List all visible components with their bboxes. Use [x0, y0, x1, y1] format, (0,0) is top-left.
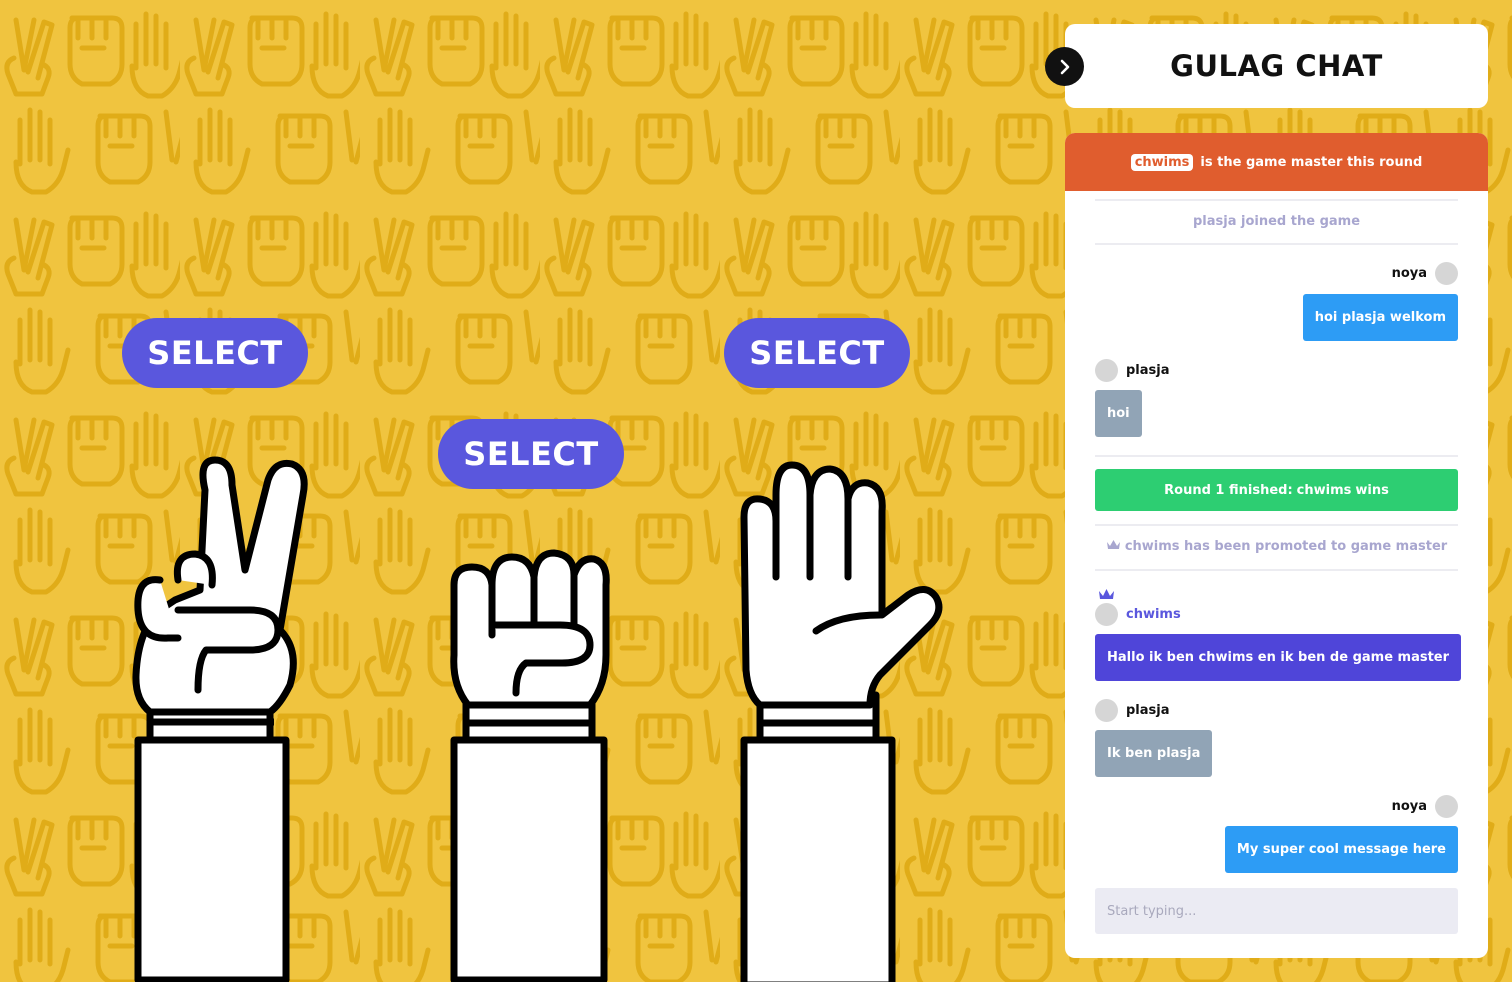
chat-message-bubble: hoi — [1095, 390, 1142, 437]
game-master-banner-text: is the game master this round — [1200, 154, 1423, 170]
round-result-suffix: wins — [1355, 482, 1389, 498]
divider — [1095, 243, 1458, 245]
avatar — [1095, 359, 1118, 382]
scissors-hand-icon[interactable] — [120, 450, 320, 982]
collapse-chat-button[interactable] — [1045, 47, 1084, 86]
round-result-message: Round 1 finished: chwims wins — [1095, 469, 1458, 511]
message-author-row: chwims — [1095, 603, 1181, 626]
chat-message-bubble: My super cool message here — [1224, 826, 1458, 873]
select-paper-button[interactable]: SELECT — [724, 318, 910, 388]
promotion-message: chwims has been promoted to game master — [1095, 539, 1458, 554]
crown-icon — [1099, 589, 1114, 599]
username: noya — [1391, 266, 1427, 281]
game-master-banner: chwims is the game master this round — [1065, 133, 1488, 191]
chat-panel: chwims is the game master this round pla… — [1065, 133, 1488, 958]
divider — [1095, 199, 1458, 201]
avatar — [1435, 262, 1458, 285]
promotion-text: chwims has been promoted to game master — [1124, 539, 1448, 554]
avatar — [1095, 699, 1118, 722]
chat-title: GULAG CHAT — [1170, 49, 1383, 83]
username: plasja — [1126, 363, 1170, 378]
system-message: plasja joined the game — [1192, 214, 1361, 229]
username: chwims — [1126, 607, 1181, 622]
rock-hand-icon[interactable] — [440, 545, 620, 982]
username: plasja — [1126, 703, 1170, 718]
select-scissors-button[interactable]: SELECT — [122, 318, 308, 388]
divider — [1095, 569, 1458, 571]
chat-message-bubble: Hallo ik ben chwims en ik ben de game ma… — [1095, 634, 1462, 681]
chevron-right-icon — [1060, 59, 1069, 74]
username: noya — [1391, 799, 1427, 814]
message-author-row: noya — [1392, 795, 1458, 818]
paper-hand-icon[interactable] — [730, 455, 950, 982]
avatar — [1435, 795, 1458, 818]
chat-message-bubble: hoi plasja welkom — [1302, 294, 1458, 341]
round-winner: chwims — [1296, 482, 1352, 498]
message-author-row: plasja — [1095, 699, 1170, 722]
message-author-row: plasja — [1095, 359, 1170, 382]
chat-message-bubble: Ik ben plasja — [1095, 730, 1213, 777]
chat-message-input[interactable] — [1095, 888, 1458, 934]
crown-icon — [1106, 540, 1120, 549]
select-rock-button[interactable]: SELECT — [438, 419, 624, 489]
chat-header: GULAG CHAT — [1065, 24, 1488, 108]
message-author-row: noya — [1392, 262, 1458, 285]
divider — [1095, 455, 1458, 457]
round-result-prefix: Round 1 finished: — [1164, 482, 1293, 498]
divider — [1095, 524, 1458, 526]
game-master-name: chwims — [1130, 153, 1194, 171]
avatar — [1095, 603, 1118, 626]
